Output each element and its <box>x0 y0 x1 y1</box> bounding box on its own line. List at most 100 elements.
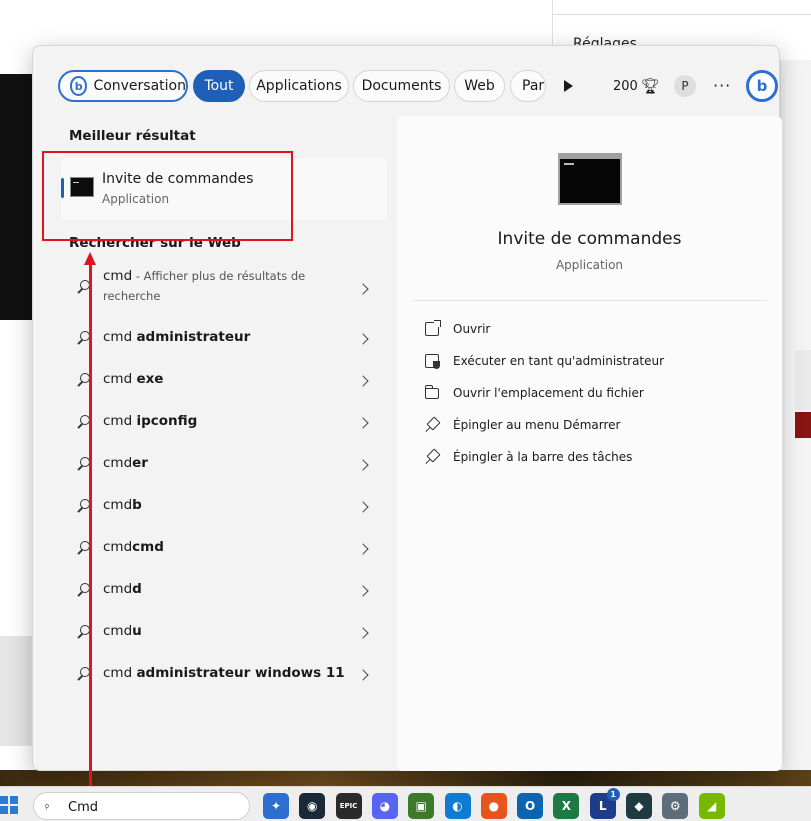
windows-start-icon[interactable] <box>0 796 18 814</box>
best-result-heading: Meilleur résultat <box>69 128 196 144</box>
l-app-icon[interactable]: L1 <box>589 788 620 819</box>
web-result-item[interactable]: cmd ipconfig <box>69 410 389 434</box>
epic-games-app-icon[interactable]: EPIC <box>335 793 362 819</box>
web-result-text: cmdu <box>103 623 142 639</box>
web-result-text: cmd administrateur <box>103 329 251 345</box>
tab-conversation[interactable]: b Conversation <box>58 70 188 102</box>
pin-icon <box>425 450 439 464</box>
preview-subtitle: Application <box>555 258 624 272</box>
web-search-heading: Rechercher sur le Web <box>69 235 241 251</box>
web-result-text: cmd ipconfig <box>103 413 198 429</box>
action-run-as-admin[interactable]: Exécuter en tant qu'administrateur <box>421 350 761 374</box>
web-result-item[interactable]: cmdu <box>69 620 389 644</box>
steam-app-icon[interactable]: ◉ <box>299 793 326 819</box>
web-result-text: cmd administrateur windows 11 <box>103 665 345 681</box>
tab-applications[interactable]: Applications <box>249 70 349 102</box>
web-result-text: cmder <box>103 455 148 471</box>
action-pin-to-start[interactable]: Épingler au menu Démarrer <box>421 414 761 438</box>
nvidia-app-icon[interactable]: ◢ <box>698 793 725 819</box>
action-label: Épingler au menu Démarrer <box>453 418 621 432</box>
web-result-item[interactable]: cmder <box>69 452 389 476</box>
settings-app-icon[interactable]: ⚙ <box>662 793 689 819</box>
taskbar-search-input[interactable] <box>68 797 238 817</box>
rewards-points[interactable]: 200 🏆︎ <box>613 77 660 95</box>
edge-app-icon[interactable]: ◐ <box>444 793 471 819</box>
dark-app-icon[interactable]: ◆ <box>626 793 652 819</box>
web-result-item[interactable]: cmdb <box>69 494 389 518</box>
trophy-icon: 🏆︎ <box>640 77 660 95</box>
taskbar-search-box[interactable]: ⌕ <box>33 792 250 820</box>
selection-accent <box>61 178 64 198</box>
background-block <box>795 350 811 410</box>
folder-icon <box>425 385 439 399</box>
web-result-item[interactable]: cmdcmd <box>69 536 389 560</box>
tab-documents[interactable]: Documents <box>353 70 450 102</box>
chevron-right-icon <box>357 333 369 345</box>
web-result-more[interactable]: cmd - Afficher plus de résultats de rech… <box>69 264 389 310</box>
annotation-arrow-head <box>84 252 96 265</box>
action-label: Ouvrir <box>453 322 491 336</box>
action-open[interactable]: Ouvrir <box>421 318 761 342</box>
web-result-text: cmdcmd <box>103 539 164 555</box>
web-result-item[interactable]: cmd administrateur <box>69 326 389 350</box>
command-prompt-icon <box>70 177 94 197</box>
action-open-file-location[interactable]: Ouvrir l'emplacement du fichier <box>421 382 761 406</box>
web-result-item[interactable]: cmd administrateur windows 11 <box>69 662 389 686</box>
preview-divider <box>413 300 767 301</box>
background-gray-window <box>0 636 34 746</box>
web-result-text: cmdd <box>103 581 142 597</box>
tab-web[interactable]: Web <box>454 70 505 102</box>
tab-documents-label: Documents <box>361 78 442 94</box>
search-tab-bar: b Conversation Tout Applications Documen… <box>33 46 779 126</box>
copilot-chat-icon: b <box>70 76 88 96</box>
preview-title: Invite de commandes <box>497 229 682 249</box>
search-icon: ⌕ <box>40 798 53 813</box>
best-result-item[interactable]: Invite de commandes Application <box>61 158 387 220</box>
user-avatar[interactable]: P <box>674 75 696 97</box>
shield-admin-icon <box>425 354 440 369</box>
background-divider <box>553 14 811 15</box>
action-label: Épingler à la barre des tâches <box>453 450 633 464</box>
pin-icon <box>425 418 439 432</box>
chevron-right-icon <box>357 417 369 429</box>
background-right-window <box>780 60 811 770</box>
chevron-right-icon <box>357 627 369 639</box>
search-flyout: b Conversation Tout Applications Documen… <box>32 45 782 771</box>
more-options-button[interactable]: ··· <box>713 76 731 95</box>
chevron-right-icon <box>357 375 369 387</box>
best-result-type: Application <box>102 192 170 206</box>
tab-all-label: Tout <box>204 78 234 94</box>
web-result-text: cmd exe <box>103 371 164 387</box>
result-preview-pane: Invite de commandes Application Ouvrir E… <box>397 116 782 771</box>
action-label: Exécuter en tant qu'administrateur <box>453 354 665 368</box>
scroll-tabs-right-button[interactable] <box>559 76 579 96</box>
bing-icon[interactable]: b <box>746 70 778 102</box>
tab-all[interactable]: Tout <box>193 70 245 102</box>
discord-app-icon[interactable]: ◕ <box>371 793 398 819</box>
background-light-window <box>0 320 34 608</box>
web-result-text: cmdb <box>103 497 142 513</box>
tab-conversation-label: Conversation <box>93 78 186 94</box>
web-result-item[interactable]: cmdd <box>69 578 389 602</box>
action-label: Ouvrir l'emplacement du fichier <box>453 386 644 400</box>
chevron-right-icon <box>357 283 369 295</box>
command-prompt-icon <box>558 153 622 205</box>
tab-parameters[interactable]: Para <box>510 70 546 102</box>
web-result-item[interactable]: cmd exe <box>69 368 389 392</box>
excel-app-icon[interactable]: X <box>553 793 580 819</box>
tab-web-label: Web <box>464 78 495 94</box>
action-pin-to-taskbar[interactable]: Épingler à la barre des tâches <box>421 446 761 470</box>
tab-applications-label: Applications <box>256 78 342 94</box>
chevron-right-icon <box>357 459 369 471</box>
firefox-app-icon[interactable]: ● <box>480 793 507 819</box>
chevron-right-icon <box>357 501 369 513</box>
web-result-text: cmd - Afficher plus de résultats de rech… <box>103 268 306 303</box>
notification-badge: 1 <box>606 788 620 801</box>
annotation-arrow-line <box>89 258 92 796</box>
outlook-app-icon[interactable]: O <box>517 793 544 819</box>
copilot-app-icon[interactable]: ✦ <box>263 793 289 819</box>
game-app-icon[interactable]: ▣ <box>408 793 435 819</box>
taskbar: ⌕ ✦ ◉ EPIC ◕ ▣ ◐ ● OX L1◆ ⚙ ◢ <box>0 786 811 821</box>
rewards-points-value: 200 <box>613 78 638 94</box>
chevron-right-icon <box>357 669 369 681</box>
